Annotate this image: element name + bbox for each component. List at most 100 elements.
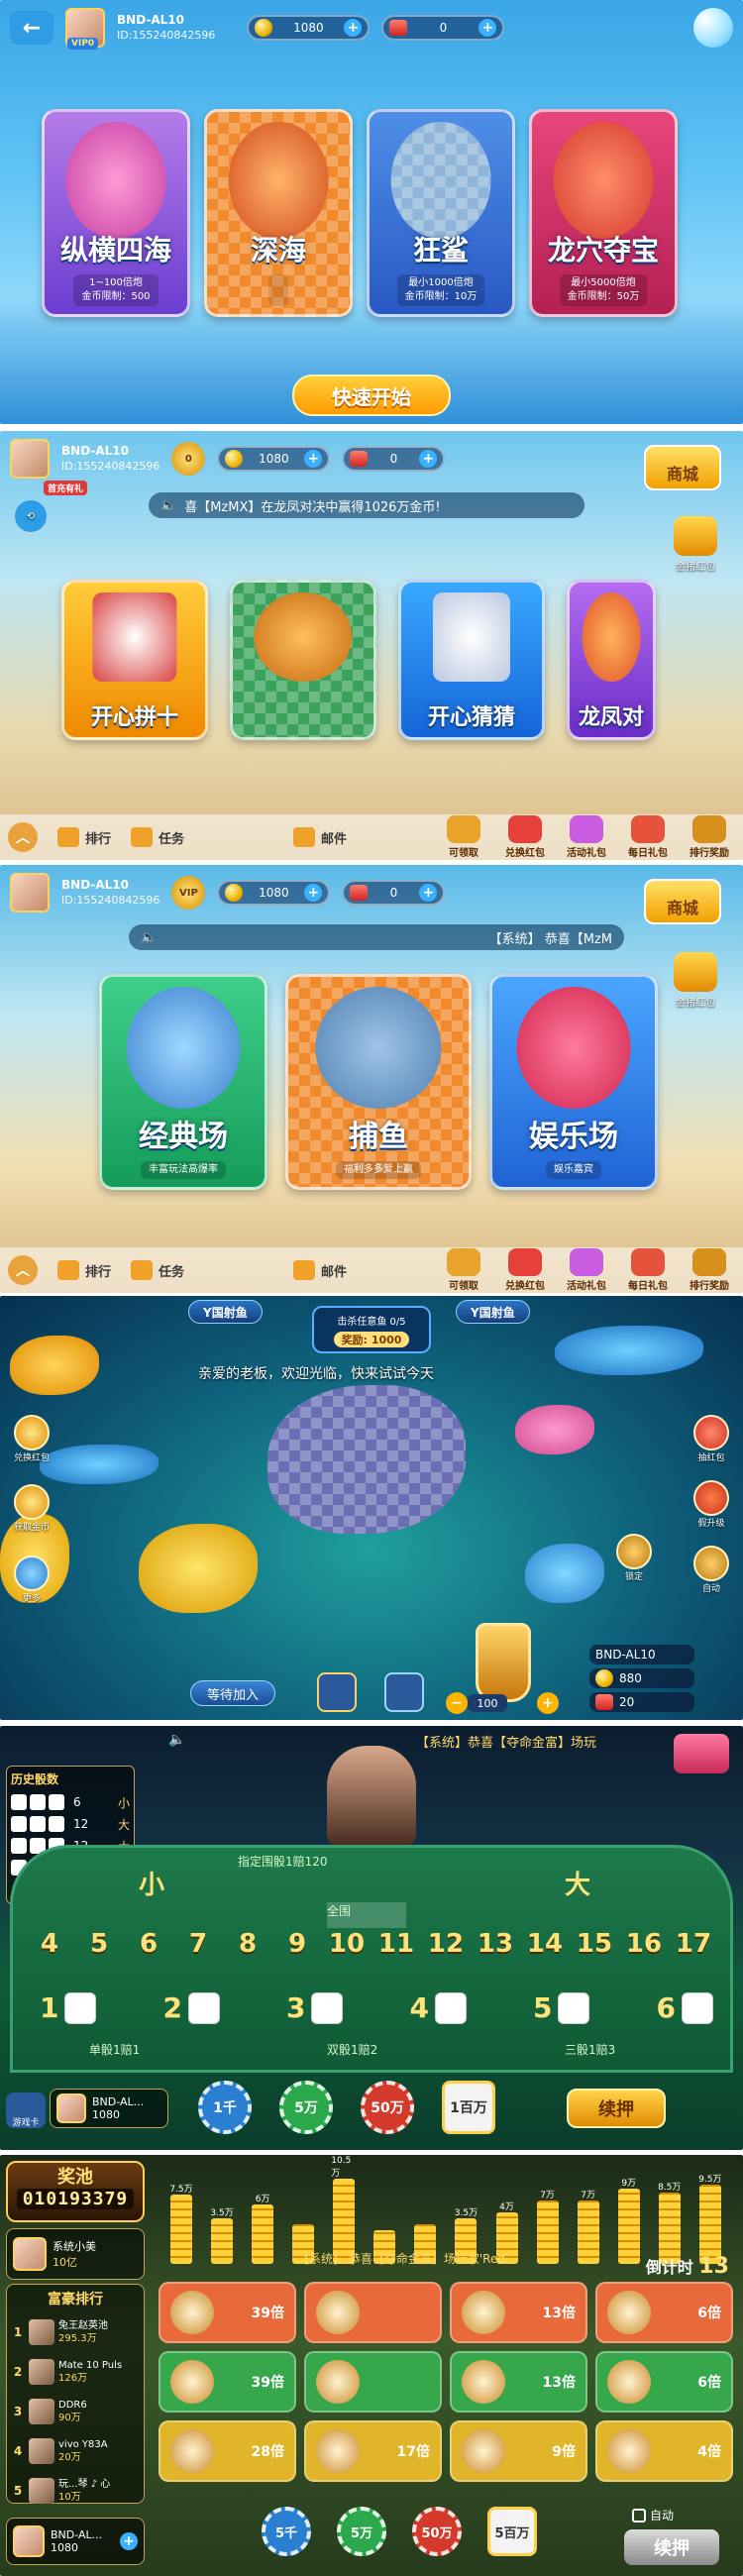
add-coins-button[interactable]: + [120, 2532, 138, 2550]
game-card-button[interactable]: 游戏卡 [6, 2093, 46, 2128]
ranking-reward-button[interactable]: 排行奖励 [684, 1248, 735, 1292]
bet-cell[interactable]: 39倍 [159, 2282, 296, 2343]
chip-1k[interactable]: 1千 [198, 2081, 252, 2134]
add-gems-button[interactable]: + [419, 884, 438, 902]
add-coins-button[interactable]: + [304, 884, 323, 902]
single-bet[interactable]: 1 [40, 1991, 97, 2024]
daily-gift-button[interactable]: 每日礼包 [622, 815, 674, 859]
vip-icon[interactable]: VIP [171, 876, 206, 910]
more-button[interactable]: 更多 [8, 1556, 55, 1604]
add-coins-button[interactable]: + [344, 19, 363, 37]
claimable-button[interactable]: 可领取 [438, 815, 489, 859]
lock-button[interactable]: 锁定 [610, 1534, 658, 1582]
sum-bet[interactable]: 7 [178, 1929, 218, 1959]
avatar[interactable] [10, 439, 50, 479]
continue-bet-button[interactable]: 续押 [567, 2089, 666, 2128]
checkbox[interactable] [632, 2508, 646, 2522]
avatar[interactable] [10, 873, 50, 912]
game-card-kaixin-caicai[interactable]: 开心猜猜 [398, 580, 545, 740]
bet-cell[interactable]: 28倍 [159, 2420, 296, 2482]
sum-bet[interactable]: 12 [426, 1929, 466, 1959]
expand-up-icon[interactable]: ︿ [8, 1255, 38, 1285]
chip-5m[interactable]: 5百万 [487, 2507, 537, 2556]
sum-bet[interactable]: 16 [624, 1929, 664, 1959]
sum-bet[interactable]: 17 [674, 1929, 713, 1959]
chip-5k[interactable]: 5千 [262, 2507, 311, 2556]
mail-button[interactable]: 邮件 [293, 1260, 347, 1280]
single-bet[interactable]: 3 [286, 1991, 344, 2024]
auto-fire-button[interactable]: 自动 [688, 1546, 735, 1594]
game-card-kuangsha[interactable]: 狂鲨 最小1000倍炮 金币限制：10万 [367, 109, 515, 317]
chip-50k[interactable]: 5万 [279, 2081, 333, 2134]
chip-500k[interactable]: 50万 [361, 2081, 414, 2134]
sum-bet[interactable]: 8 [228, 1929, 267, 1959]
vip-icon[interactable]: 0 [171, 442, 206, 476]
sum-bet[interactable]: 11 [376, 1929, 416, 1959]
room-card-classic[interactable]: 经典场 丰富玩法高爆率 [99, 974, 267, 1190]
add-gems-button[interactable]: + [478, 19, 497, 37]
single-bet[interactable]: 5 [533, 1991, 590, 2024]
room-card-entertainment[interactable]: 娱乐场 娱乐嘉宾 [489, 974, 658, 1190]
single-bet[interactable]: 4 [410, 1991, 467, 2024]
cannon-icon[interactable] [476, 1623, 531, 1702]
game-card-kaixin-pinshi[interactable]: 开心拼十 [61, 580, 208, 740]
claimable-button[interactable]: 可领取 [438, 1248, 489, 1292]
back-arrow-icon[interactable]: ← [10, 11, 53, 45]
single-bet[interactable]: 6 [657, 1991, 713, 2024]
sum-bet[interactable]: 13 [476, 1929, 515, 1959]
draw-redpack-button[interactable]: 抽红包 [688, 1415, 735, 1463]
gold-redpack-button[interactable]: 金猪红包 [664, 516, 727, 573]
back-arrow-icon[interactable]: ⟲ [6, 500, 55, 532]
ranking-button[interactable]: 排行 [57, 827, 111, 847]
bet-cell[interactable]: 4倍 [595, 2420, 733, 2482]
bet-cell[interactable]: 13倍 [450, 2282, 587, 2343]
exchange-redpack-button[interactable]: 兑换红包 [499, 1248, 551, 1292]
event-gift-button[interactable]: 活动礼包 [561, 1248, 612, 1292]
bet-cell[interactable]: 13倍 [450, 2351, 587, 2413]
small-label[interactable]: 小 [139, 1865, 164, 1901]
tasks-button[interactable]: 任务 [131, 827, 184, 847]
game-card-shenhai[interactable]: 深海 [204, 109, 353, 317]
chip-1m[interactable]: 1百万 [442, 2081, 495, 2134]
single-bet[interactable]: 2 [163, 1991, 220, 2024]
cannon-upgrade-button[interactable]: 假升级 [688, 1480, 735, 1529]
game-card-zongheng[interactable]: 纵横四海 1~100倍炮 金币限制：500 [42, 109, 190, 317]
game-card-longfeng[interactable]: 龙凤对 [567, 580, 656, 740]
quick-start-button[interactable]: 快速开始 [292, 375, 451, 416]
continue-bet-button[interactable]: 续押 [624, 2529, 719, 2565]
get-coins-button[interactable]: 获取金币 [8, 1484, 55, 1533]
expand-up-icon[interactable]: ︿ [8, 822, 38, 852]
shop-button[interactable]: 商城 [644, 879, 721, 924]
sum-bet[interactable]: 6 [129, 1929, 168, 1959]
ranking-button[interactable]: 排行 [57, 1260, 111, 1280]
increase-bet-button[interactable]: + [537, 1692, 559, 1714]
target-icon[interactable] [317, 1672, 357, 1712]
sum-bet[interactable]: 9 [277, 1929, 317, 1959]
add-gems-button[interactable]: + [419, 450, 438, 468]
bet-cell[interactable]: 6倍 [595, 2351, 733, 2413]
bet-cell[interactable]: 39倍 [159, 2351, 296, 2413]
redpack-icon[interactable] [674, 1734, 729, 1773]
shop-button[interactable]: 商城 [644, 445, 721, 490]
sum-bet[interactable]: 15 [575, 1929, 614, 1959]
daily-gift-button[interactable]: 每日礼包 [622, 1248, 674, 1292]
bet-cell[interactable]: 9倍 [450, 2420, 587, 2482]
sum-bet[interactable]: 4 [30, 1929, 69, 1959]
sum-bet[interactable]: 5 [79, 1929, 119, 1959]
freeze-icon[interactable] [384, 1672, 424, 1712]
room-card-fishing[interactable]: 捕鱼 福利多多爱上赢 [285, 974, 472, 1190]
auto-toggle[interactable]: 自动 [632, 2507, 674, 2523]
sum-bet[interactable]: 14 [525, 1929, 565, 1959]
first-charge-badge[interactable]: 首充有礼 [44, 481, 88, 495]
big-label[interactable]: 大 [565, 1865, 590, 1901]
exchange-redpack-button[interactable]: 兑换红包 [499, 815, 551, 859]
bet-cell[interactable] [304, 2351, 442, 2413]
exchange-redpack-button[interactable]: 兑换红包 [8, 1415, 55, 1463]
speaker-icon[interactable]: 🔈 [168, 1732, 185, 1748]
add-coins-button[interactable]: + [304, 450, 323, 468]
chip-50k[interactable]: 5万 [337, 2507, 386, 2556]
bet-cell[interactable]: 6倍 [595, 2282, 733, 2343]
game-card-longxue[interactable]: 龙穴夺宝 最小5000倍炮 金币限制：50万 [529, 109, 678, 317]
ranking-reward-button[interactable]: 排行奖励 [684, 815, 735, 859]
any-triple-label[interactable]: 全围 [327, 1902, 406, 1928]
